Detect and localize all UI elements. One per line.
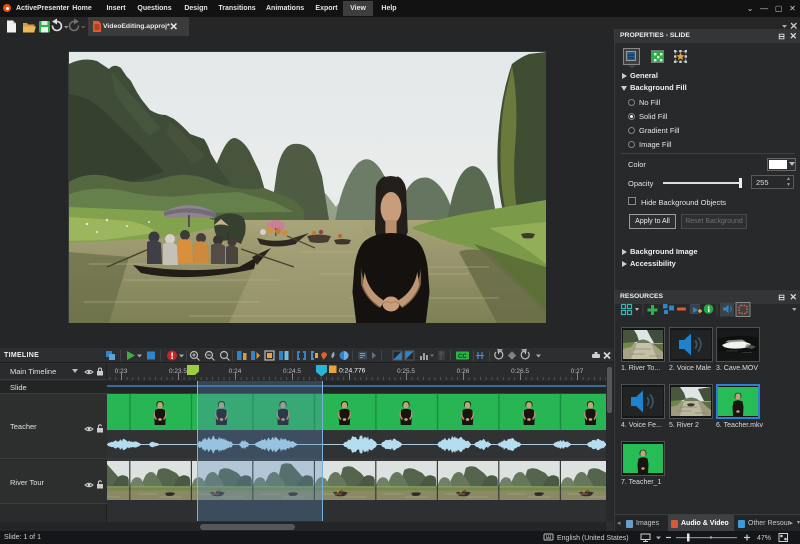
svg-text:0:24.776: 0:24.776 <box>339 368 366 375</box>
svg-text:47%: 47% <box>757 535 771 542</box>
svg-text:0:23: 0:23 <box>115 368 128 375</box>
svg-text:0:26: 0:26 <box>457 368 470 375</box>
svg-text:English (United States): English (United States) <box>557 535 629 542</box>
svg-text:CC: CC <box>458 354 467 360</box>
svg-text:0:27: 0:27 <box>571 368 584 375</box>
svg-text:0:26.5: 0:26.5 <box>511 368 529 375</box>
